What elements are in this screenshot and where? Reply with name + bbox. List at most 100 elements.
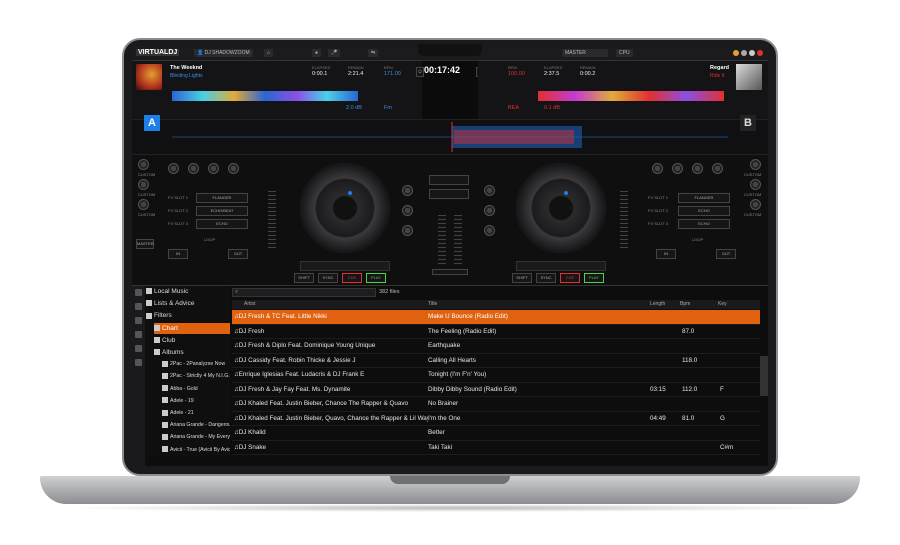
tree-item[interactable]: Adele - 21 — [162, 408, 230, 419]
fx-select[interactable]: FLANGER — [678, 193, 730, 203]
tree-item[interactable]: 2Pac - 2Panalyzse Now — [162, 359, 230, 370]
deck-b-pads[interactable] — [516, 261, 606, 271]
column-header-title[interactable]: Title — [428, 301, 437, 307]
gain-knob[interactable] — [484, 185, 495, 196]
deck-a-letter[interactable]: A — [144, 115, 160, 131]
fx3-knob[interactable] — [208, 163, 219, 174]
loop-in-button[interactable]: IN — [168, 249, 188, 259]
custom-knob[interactable] — [138, 179, 149, 190]
table-row[interactable]: ♫Enrique Iglesias Feat. Ludacris & DJ Fr… — [232, 368, 760, 383]
table-row[interactable]: ♫DJ Snake Taki Taki C#m — [232, 441, 760, 455]
tree-item[interactable]: Ariana Grande - Dangerous W — [162, 420, 230, 431]
tree-item[interactable]: Lists & Advice — [146, 298, 230, 309]
table-row[interactable]: ♫DJ Fresh & Jay Fay Feat. Ms. Dynamite Di… — [232, 383, 760, 397]
eq-knob[interactable] — [402, 205, 413, 216]
history-icon[interactable] — [135, 345, 142, 352]
eq-knob[interactable] — [484, 225, 495, 236]
crossfader[interactable] — [432, 269, 468, 275]
fx1-knob[interactable] — [168, 163, 179, 174]
channel-fader[interactable] — [438, 215, 446, 265]
sampler-pads[interactable] — [429, 189, 469, 199]
custom-knob[interactable] — [750, 199, 761, 210]
table-row[interactable]: ♫DJ Fresh & Diplo Feat. Dominique Young … — [232, 339, 760, 354]
deck-a-shift-button[interactable]: SHIFT — [294, 273, 314, 283]
search-input[interactable]: ⌕ — [232, 288, 376, 297]
sampler-icon[interactable] — [135, 359, 142, 366]
fx-select[interactable]: FLANGER — [196, 193, 248, 203]
table-row[interactable]: ♫DJ Fresh The Feeling (Radio Edit) 87.0 — [232, 325, 760, 339]
fx1-knob[interactable] — [652, 163, 663, 174]
custom-knob[interactable] — [138, 159, 149, 170]
table-row[interactable]: ♫DJ Cassidy Feat. Robin Thicke & Jessie … — [232, 354, 760, 368]
fx-beats-knob[interactable] — [712, 163, 723, 174]
column-header-length[interactable]: Length — [650, 301, 665, 307]
minimize-icon[interactable] — [733, 50, 739, 56]
tree-item[interactable]: Adele - 19 — [162, 396, 230, 407]
tree-item[interactable]: 2Pac - Strictly 4 My N.I.G.G. — [162, 371, 230, 382]
fx-select[interactable]: ECHO — [196, 219, 248, 229]
mic-icon[interactable]: 🎤 — [328, 49, 341, 57]
master-button[interactable]: MASTER — [136, 239, 154, 249]
side-panel-tab[interactable] — [760, 356, 768, 396]
list-icon[interactable] — [135, 303, 142, 310]
custom-knob[interactable] — [750, 159, 761, 170]
fx3-knob[interactable] — [692, 163, 703, 174]
deck-a-jog-wheel[interactable] — [300, 163, 390, 253]
tree-item[interactable]: Filters — [146, 310, 230, 321]
tree-item[interactable]: Avicii - True (Avicii By Avicii) — [162, 445, 230, 456]
deck-b-waveform[interactable] — [538, 91, 724, 101]
folder-icon[interactable] — [135, 289, 142, 296]
playlist-icon[interactable] — [135, 331, 142, 338]
fx-beats-knob[interactable] — [228, 163, 239, 174]
column-header-artist[interactable]: Artist — [244, 301, 255, 307]
maximize-icon[interactable] — [741, 50, 747, 56]
deck-a-sync-button[interactable]: SYNC — [318, 273, 338, 283]
tree-item[interactable]: Club — [154, 335, 230, 346]
fx-select[interactable]: ECHO/BEAT — [196, 206, 248, 216]
deck-a-waveform[interactable] — [172, 91, 358, 101]
overview-waveform[interactable] — [132, 119, 768, 155]
home-icon[interactable]: ⌂ — [264, 49, 274, 57]
eq-knob[interactable] — [402, 225, 413, 236]
broadcast-icon[interactable]: ⇆ — [368, 49, 379, 57]
deck-b-pitch-fader[interactable] — [620, 191, 628, 251]
tree-item[interactable]: Albums — [154, 347, 230, 358]
custom-knob[interactable] — [138, 199, 149, 210]
loop-out-button[interactable]: OUT — [228, 249, 248, 259]
loop-out-button[interactable]: OUT — [716, 249, 736, 259]
fx2-knob[interactable] — [188, 163, 199, 174]
fx2-knob[interactable] — [672, 163, 683, 174]
deck-b-letter[interactable]: B — [740, 115, 756, 131]
eq-knob[interactable] — [484, 205, 495, 216]
channel-fader[interactable] — [454, 215, 462, 265]
table-row[interactable]: ♫DJ Khaled Feat. Justin Bieber, Chance T… — [232, 397, 760, 412]
table-row[interactable]: ♫DJ Khalid Better — [232, 426, 760, 441]
deck-a-pitch-fader[interactable] — [268, 191, 276, 251]
sampler-pads[interactable] — [429, 175, 469, 185]
settings-icon[interactable] — [749, 50, 755, 56]
close-icon[interactable] — [757, 50, 763, 56]
tree-item[interactable]: Ariana Grande - My Everythin — [162, 432, 230, 443]
column-header-key[interactable]: Key — [718, 301, 727, 307]
account-button[interactable]: 👤 DJ SHADOWZOOM — [194, 49, 253, 57]
custom-knob[interactable] — [750, 179, 761, 190]
deck-b-sync-button[interactable]: SYNC — [536, 273, 556, 283]
deck-a-power-icon[interactable]: ⏻ — [416, 67, 424, 77]
deck-a-pads[interactable] — [300, 261, 390, 271]
loop-in-button[interactable]: IN — [656, 249, 676, 259]
table-row[interactable]: ♫DJ Khaled Feat. Justin Bieber, Quavo, C… — [232, 412, 760, 426]
record-icon[interactable]: ● — [312, 49, 322, 57]
deck-a-play-button[interactable]: PLAY — [366, 273, 386, 283]
column-header-bpm[interactable]: Bpm — [680, 301, 690, 307]
deck-b-cue-button[interactable]: CUE — [560, 273, 580, 283]
deck-b-play-button[interactable]: PLAY — [584, 273, 604, 283]
filter-icon[interactable] — [135, 317, 142, 324]
deck-b-shift-button[interactable]: SHIFT — [512, 273, 532, 283]
tree-item[interactable]: Chart — [154, 322, 230, 334]
gain-knob[interactable] — [402, 185, 413, 196]
fx-select[interactable]: ECHO — [678, 219, 730, 229]
deck-a-cue-button[interactable]: CUE — [342, 273, 362, 283]
table-row[interactable]: ♫DJ Fresh & TC Feat. Little Nikki Make U … — [232, 310, 760, 325]
tree-item[interactable]: Local Music — [146, 286, 230, 297]
deck-b-jog-wheel[interactable] — [516, 163, 606, 253]
